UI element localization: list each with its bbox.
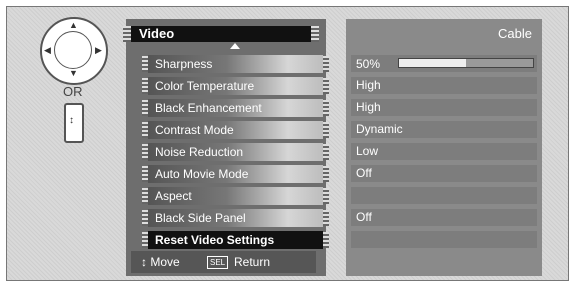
row-cap-right bbox=[323, 78, 329, 94]
help-move: ↕ Move bbox=[141, 251, 180, 273]
sel-key-icon: SEL bbox=[207, 256, 229, 269]
value-auto-movie-mode: Off bbox=[351, 165, 537, 182]
row-cap-right bbox=[323, 144, 329, 160]
row-cap-left bbox=[142, 100, 148, 116]
menu-item-label: Black Enhancement bbox=[155, 101, 262, 115]
value-text: Off bbox=[356, 210, 372, 224]
row-cap-left bbox=[142, 188, 148, 204]
row-cap-right bbox=[323, 210, 329, 226]
sharpness-slider-rest bbox=[466, 59, 533, 67]
row-cap-right bbox=[323, 122, 329, 138]
remote-illustration: ▲ ▼ ◀ ▶ OR ↕ bbox=[27, 17, 117, 167]
menu-title: Video bbox=[139, 26, 175, 41]
dpad-right-arrow-icon: ▶ bbox=[95, 45, 102, 55]
menu-item-black-side-panel[interactable]: Black Side Panel bbox=[142, 209, 329, 227]
menu-item-label: Auto Movie Mode bbox=[155, 167, 249, 181]
menu-item-label: Black Side Panel bbox=[155, 211, 246, 225]
menu-item-label: Contrast Mode bbox=[155, 123, 234, 137]
row-cap-left bbox=[142, 166, 148, 182]
menu-item-label: Color Temperature bbox=[155, 79, 255, 93]
dpad-up-arrow-icon: ▲ bbox=[69, 20, 78, 30]
value-reset-video-settings bbox=[351, 231, 537, 248]
dpad-down-arrow-icon: ▼ bbox=[69, 68, 78, 78]
menu-item-black-enhancement[interactable]: Black Enhancement bbox=[142, 99, 329, 117]
rocker-arrows-icon: ↕ bbox=[69, 115, 74, 126]
value-color-temperature: High bbox=[351, 77, 537, 94]
menu-item-sharpness[interactable]: Sharpness bbox=[142, 55, 329, 73]
menu-item-label: Aspect bbox=[155, 189, 192, 203]
sharpness-percent: 50% bbox=[356, 57, 381, 71]
value-text: Off bbox=[356, 166, 372, 180]
sharpness-slider-fill bbox=[399, 59, 466, 67]
row-cap-right bbox=[323, 232, 329, 248]
row-cap-right bbox=[323, 56, 329, 72]
tv-screen-frame: ▲ ▼ ◀ ▶ OR ↕ Video Cable Sharpness Color… bbox=[6, 6, 569, 281]
row-cap-left bbox=[142, 144, 148, 160]
source-label: Cable bbox=[498, 26, 532, 41]
menu-item-aspect[interactable]: Aspect bbox=[142, 187, 329, 205]
up-down-arrow-icon: ↕ bbox=[141, 255, 147, 269]
title-endcap-right bbox=[311, 26, 319, 42]
help-return-label: Return bbox=[234, 255, 271, 269]
menu-item-label: Reset Video Settings bbox=[155, 233, 275, 247]
row-cap-left bbox=[142, 210, 148, 226]
menu-item-reset-video-settings[interactable]: Reset Video Settings bbox=[142, 231, 329, 249]
title-endcap-left bbox=[123, 26, 131, 42]
menu-item-noise-reduction[interactable]: Noise Reduction bbox=[142, 143, 329, 161]
row-cap-left bbox=[142, 56, 148, 72]
value-black-enhancement: High bbox=[351, 99, 537, 116]
value-text: High bbox=[356, 100, 381, 114]
menu-item-contrast-mode[interactable]: Contrast Mode bbox=[142, 121, 329, 139]
scroll-up-arrow-icon[interactable] bbox=[230, 43, 240, 49]
row-cap-right bbox=[323, 166, 329, 182]
dpad-center-ring bbox=[54, 31, 92, 69]
row-cap-left bbox=[142, 232, 148, 248]
menu-title-bar: Video bbox=[131, 26, 311, 42]
dpad-icon: ▲ ▼ ◀ ▶ bbox=[40, 17, 108, 85]
menu-item-label: Noise Reduction bbox=[155, 145, 244, 159]
row-cap-left bbox=[142, 122, 148, 138]
row-cap-right bbox=[323, 100, 329, 116]
value-contrast-mode: Dynamic bbox=[351, 121, 537, 138]
help-bar: ↕ Move SEL Return bbox=[131, 251, 316, 273]
value-text: High bbox=[356, 78, 381, 92]
value-noise-reduction: Low bbox=[351, 143, 537, 160]
sharpness-slider[interactable] bbox=[398, 58, 534, 68]
help-move-label: Move bbox=[150, 255, 180, 269]
menu-item-label: Sharpness bbox=[155, 57, 213, 71]
dpad-left-arrow-icon: ◀ bbox=[44, 45, 51, 55]
channel-rocker-icon: ↕ bbox=[64, 103, 84, 143]
row-cap-right bbox=[323, 188, 329, 204]
menu-item-auto-movie-mode[interactable]: Auto Movie Mode bbox=[142, 165, 329, 183]
row-cap-left bbox=[142, 78, 148, 94]
value-black-side-panel: Off bbox=[351, 209, 537, 226]
menu-item-color-temperature[interactable]: Color Temperature bbox=[142, 77, 329, 95]
value-aspect bbox=[351, 187, 537, 204]
value-text: Dynamic bbox=[356, 122, 403, 136]
or-label: OR bbox=[63, 84, 83, 99]
value-text: Low bbox=[356, 144, 379, 158]
